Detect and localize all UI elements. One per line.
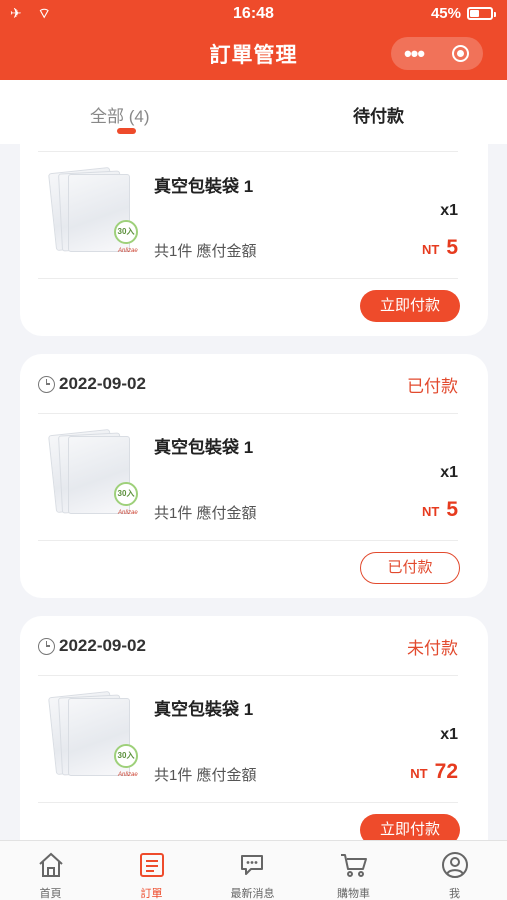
product-name[interactable]: 真空包裝袋 1 <box>154 172 253 197</box>
amount-value: 5 <box>446 498 458 521</box>
currency-label: NT <box>421 242 440 257</box>
amount-value: 5 <box>446 236 458 259</box>
order-amount: NT 5 <box>422 498 458 522</box>
amount-value: 72 <box>434 760 458 783</box>
navigation-bar: 訂單管理 ••• <box>0 30 507 80</box>
mini-program-capsule: ••• <box>391 37 483 70</box>
home-icon <box>39 852 63 877</box>
chat-icon <box>241 855 263 875</box>
battery-icon <box>467 7 496 20</box>
cart-icon <box>341 854 367 877</box>
order-header: 2022-09-02 未付款 <box>38 634 458 658</box>
product-quantity: x1 <box>440 464 458 481</box>
bottom-tab-home[interactable]: 首頁 <box>0 841 101 900</box>
order-amount: NT 5 <box>422 236 458 260</box>
bottom-tab-orders[interactable]: 訂單 <box>101 841 202 900</box>
card-divider <box>38 151 458 152</box>
order-summary: 共1件 應付金額 <box>154 243 257 260</box>
paid-button[interactable]: 已付款 <box>360 552 460 584</box>
order-card: 2022-09-02 已付款 30入 Anlizae 真空包裝袋 1 x1 共1… <box>20 354 488 598</box>
bottom-tab-label: 購物車 <box>337 888 370 900</box>
order-card: 2022-09-02 未付款 30入 Anlizae 真空包裝袋 1 x1 共1… <box>20 616 488 876</box>
tab-active-indicator <box>117 128 136 134</box>
bottom-tab-label: 我 <box>449 888 460 900</box>
order-amount: NT 72 <box>410 760 458 784</box>
currency-label: NT <box>410 766 428 781</box>
target-icon <box>451 45 469 62</box>
product-brand: Anlizae <box>118 510 138 516</box>
order-date: 2022-09-02 <box>38 374 146 394</box>
currency-label: NT <box>421 504 440 519</box>
product-quantity: x1 <box>440 726 458 743</box>
status-bar: ✈ ⌔ 16:48 45% <box>0 0 507 30</box>
close-mini-program-button[interactable] <box>437 45 483 62</box>
bottom-tab-label: 訂單 <box>140 888 163 900</box>
order-date: 2022-09-02 <box>38 636 146 656</box>
bottom-tab-label: 最新消息 <box>230 888 275 900</box>
product-badge: 30入 <box>114 220 138 244</box>
user-icon <box>442 852 468 878</box>
bottom-tab-cart[interactable]: 購物車 <box>303 841 404 900</box>
tab-all[interactable]: 全部 (4) <box>90 102 150 127</box>
order-summary: 共1件 應付金額 <box>154 767 257 784</box>
card-divider <box>38 540 458 541</box>
product-image[interactable]: 30入 Anlizae <box>46 690 138 788</box>
clock-icon <box>38 637 55 655</box>
product-image[interactable]: 30入 Anlizae <box>46 166 138 264</box>
product-name[interactable]: 真空包裝袋 1 <box>154 433 253 458</box>
product-brand: Anlizae <box>118 772 138 778</box>
battery-level <box>470 10 479 17</box>
product-name[interactable]: 真空包裝袋 1 <box>154 695 253 720</box>
card-divider <box>38 675 458 676</box>
card-divider <box>38 413 458 414</box>
bottom-tab-bar: 首頁 訂單 最新消息 購物車 我 <box>0 840 507 900</box>
product-image[interactable]: 30入 Anlizae <box>46 428 138 526</box>
bottom-tab-label: 首頁 <box>39 888 62 900</box>
tab-pending-payment[interactable]: 待付款 <box>353 102 404 127</box>
order-summary: 共1件 應付金額 <box>154 505 257 522</box>
product-quantity: x1 <box>440 202 458 219</box>
card-divider <box>38 802 458 803</box>
clock-icon <box>38 375 55 393</box>
battery-indicator: 45% <box>430 5 496 22</box>
more-menu-button[interactable]: ••• <box>391 42 437 64</box>
order-status: 已付款 <box>407 376 458 396</box>
pay-now-button[interactable]: 立即付款 <box>360 290 460 322</box>
orders-icon <box>140 853 164 877</box>
bottom-tab-news[interactable]: 最新消息 <box>202 841 303 900</box>
order-header: 2022-09-02 已付款 <box>38 372 458 396</box>
card-divider <box>38 278 458 279</box>
bottom-tab-me[interactable]: 我 <box>404 841 505 900</box>
battery-percent: 45% <box>430 5 461 22</box>
order-status: 未付款 <box>407 638 458 658</box>
product-brand: Anlizae <box>118 248 138 254</box>
product-badge: 30入 <box>114 482 138 506</box>
order-tabs: 全部 (4) 待付款 <box>0 80 507 144</box>
product-badge: 30入 <box>114 744 138 768</box>
